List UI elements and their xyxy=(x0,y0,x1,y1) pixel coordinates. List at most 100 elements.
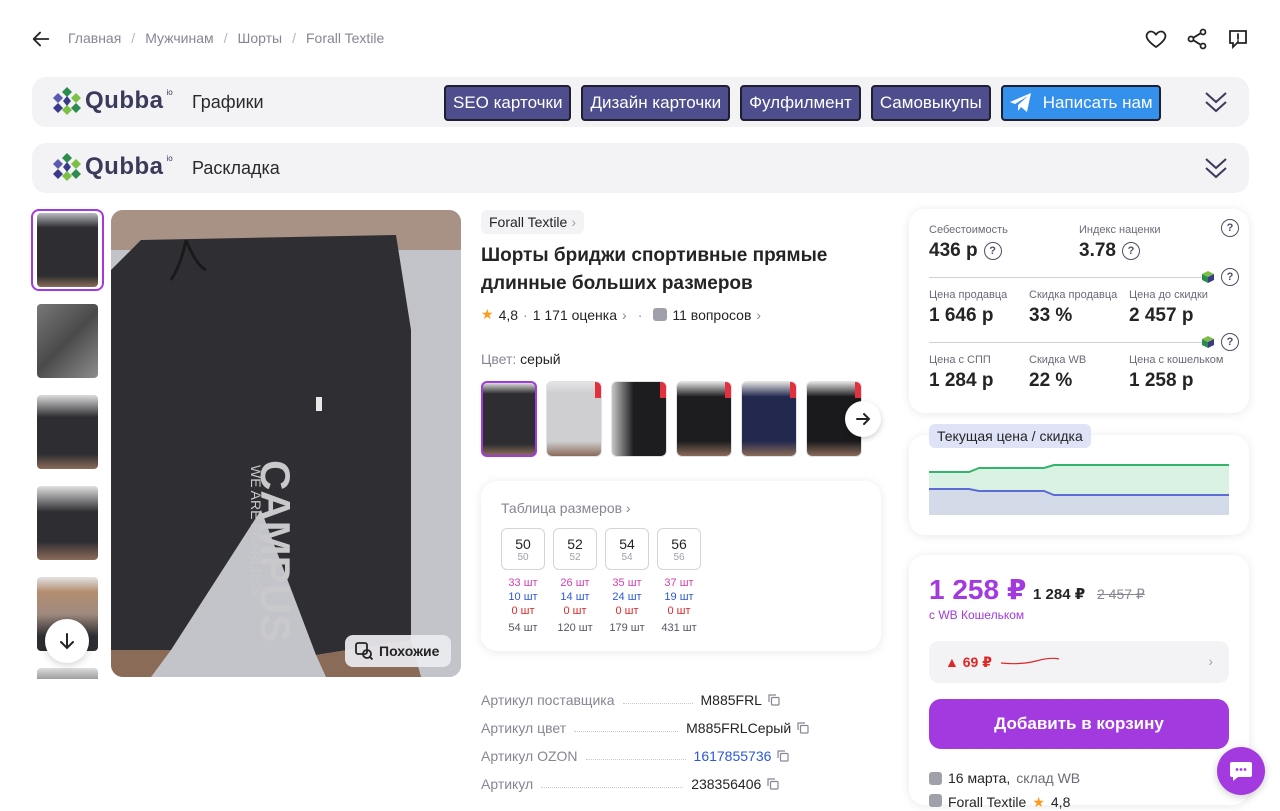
similar-button[interactable]: Похожие xyxy=(345,635,451,667)
heart-icon[interactable] xyxy=(1144,27,1168,51)
thumbnail[interactable] xyxy=(31,209,104,291)
scroll-down-button[interactable] xyxy=(45,619,89,663)
breadcrumb-men[interactable]: Мужчинам xyxy=(145,30,213,46)
chart-tag: Текущая цена / скидка xyxy=(929,424,1091,448)
cube-icon xyxy=(1202,271,1214,283)
contact-us-button[interactable]: Написать нам xyxy=(1000,85,1161,121)
seller-price-cell: Цена продавца 1 646 р xyxy=(929,289,1008,326)
size-table-card: Таблица размеров › 50 50 33 шт 10 шт 0 шт 54… xyxy=(481,481,881,651)
chat-button[interactable] xyxy=(1217,747,1265,795)
brand-chip[interactable]: Forall Textile › xyxy=(481,210,584,234)
similar-label: Похожие xyxy=(379,643,440,659)
shop-icon xyxy=(929,794,942,807)
contact-us-label: Написать нам xyxy=(1042,93,1153,112)
copy-icon[interactable] xyxy=(768,694,780,706)
self-buyouts-button[interactable]: Самовыкупы xyxy=(870,85,991,121)
spec-row: Артикул поставщика M885FRL xyxy=(481,680,881,708)
spec-row: Артикул 238356406 xyxy=(481,764,881,792)
design-cards-button[interactable]: Дизайн карточки xyxy=(581,85,731,121)
breadcrumb: Главная / Мужчинам / Шорты / Forall Textile xyxy=(68,30,385,46)
help-icon[interactable]: ? xyxy=(1221,268,1239,286)
report-icon[interactable] xyxy=(1226,27,1250,51)
ozon-link[interactable]: 1617855736 xyxy=(694,748,790,764)
color-swatch[interactable] xyxy=(546,381,602,457)
price-sparkline xyxy=(1001,657,1060,665)
cost-cell: Себестоимость 436 р? xyxy=(929,224,1008,261)
size-button[interactable]: 50 50 xyxy=(501,528,545,570)
help-icon[interactable]: ? xyxy=(1121,242,1140,260)
qubba-layout-panel: Qubba io Раскладка xyxy=(32,143,1249,193)
wb-discount-cell: Скидка WB 22 % xyxy=(1029,354,1087,391)
spp-price-cell: Цена с СПП 1 284 р xyxy=(929,354,994,391)
help-icon[interactable]: ? xyxy=(1221,219,1239,237)
telegram-icon xyxy=(1009,93,1031,112)
breadcrumb-brand[interactable]: Forall Textile xyxy=(306,30,384,46)
chat-icon xyxy=(1230,762,1252,781)
cube-icon xyxy=(1202,336,1214,348)
price-panel: 1 258 ₽ 1 284 ₽ 2 457 ₽ с WB Кошельком ▲… xyxy=(909,555,1249,810)
thumbnail[interactable] xyxy=(31,300,104,382)
seller-info: Forall Textile ★ 4,8 xyxy=(929,794,1070,811)
price-change: ▲ 69 ₽ xyxy=(945,654,992,670)
copy-icon[interactable] xyxy=(777,750,790,762)
questions-icon xyxy=(653,308,668,321)
help-icon[interactable]: ? xyxy=(1221,333,1239,351)
thumbnail[interactable] xyxy=(31,664,104,679)
size-button[interactable]: 56 56 xyxy=(657,528,701,570)
delivery-info: 16 марта, склад WB xyxy=(929,770,1080,786)
qubba-logo-text: Qubba xyxy=(85,87,164,114)
rating-row: ★ 4,8 · 1 171 оценка › · 11 вопросов › xyxy=(481,306,762,323)
price-without-wallet: 1 284 ₽ xyxy=(1033,586,1086,603)
back-arrow-icon[interactable] xyxy=(30,28,52,50)
thumbnail-list xyxy=(31,209,104,679)
panel-title: Графики xyxy=(192,92,264,112)
qubba-buttons: SEO карточки Дизайн карточки Фулфилмент … xyxy=(444,85,1161,121)
copy-icon[interactable] xyxy=(767,778,779,790)
color-swatch[interactable] xyxy=(611,381,667,457)
wallet-label: с WB Кошельком xyxy=(929,608,1025,622)
chevron-right-icon: › xyxy=(756,306,762,323)
price-chart xyxy=(929,464,1229,515)
qubba-logo-icon xyxy=(53,153,81,181)
wallet-price-cell: Цена с кошельком 1 258 р xyxy=(1129,354,1224,391)
qubba-charts-panel: Qubba io Графики SEO карточки Дизайн кар… xyxy=(32,77,1249,127)
size-item: 56 56 37 шт 19 шт 0 шт 431 шт xyxy=(657,528,701,634)
rating-value: 4,8 xyxy=(498,306,519,323)
thumbnail[interactable] xyxy=(31,482,104,564)
star-icon: ★ xyxy=(481,306,494,322)
color-swatch[interactable] xyxy=(741,381,797,457)
breadcrumb-home[interactable]: Главная xyxy=(68,30,121,46)
price-history-row[interactable]: ▲ 69 ₽ › xyxy=(929,641,1229,683)
questions-link[interactable]: 11 вопросов xyxy=(672,307,751,323)
fulfillment-button[interactable]: Фулфилмент xyxy=(740,85,861,121)
size-button[interactable]: 54 54 xyxy=(605,528,649,570)
color-swatch[interactable] xyxy=(676,381,732,457)
share-icon[interactable] xyxy=(1185,27,1209,51)
color-swatch[interactable] xyxy=(481,381,537,457)
product-main-image[interactable]: CAMPUS WE ARE FEARLESS xyxy=(111,210,461,677)
spec-row: Артикул цвет M885FRLСерый xyxy=(481,708,881,736)
size-button[interactable]: 52 52 xyxy=(553,528,597,570)
add-to-cart-button[interactable]: Добавить в корзину xyxy=(929,699,1229,749)
chevron-down-icon[interactable] xyxy=(1203,154,1229,182)
chevron-right-icon: › xyxy=(571,214,576,230)
chevron-down-icon[interactable] xyxy=(1203,88,1229,116)
spec-row: Артикул OZON 1617855736 xyxy=(481,736,881,764)
size-table-link[interactable]: Таблица размеров › xyxy=(501,500,631,516)
top-actions xyxy=(1144,27,1250,51)
seo-cards-button[interactable]: SEO карточки xyxy=(444,85,572,121)
reviews-link[interactable]: 1 171 оценка xyxy=(533,307,617,323)
breadcrumb-shorts[interactable]: Шорты xyxy=(238,30,283,46)
qubba-logo: Qubba io xyxy=(52,152,173,182)
cost-panel: Себестоимость 436 р? Индекс наценки 3.78… xyxy=(909,209,1249,413)
help-icon[interactable]: ? xyxy=(983,242,1002,260)
product-photo: CAMPUS WE ARE FEARLESS xyxy=(111,210,461,677)
copy-icon[interactable] xyxy=(797,722,809,734)
color-label: Цвет: серый xyxy=(481,351,561,367)
thumbnail[interactable] xyxy=(31,391,104,473)
print-subtitle: WE ARE FEARLESS xyxy=(248,465,264,596)
qubba-logo-sup: io xyxy=(166,87,173,97)
swatches-next-button[interactable] xyxy=(845,401,881,437)
old-price: 2 457 ₽ xyxy=(1097,586,1145,602)
price-chart-panel: Текущая цена / скидка xyxy=(909,424,1249,535)
